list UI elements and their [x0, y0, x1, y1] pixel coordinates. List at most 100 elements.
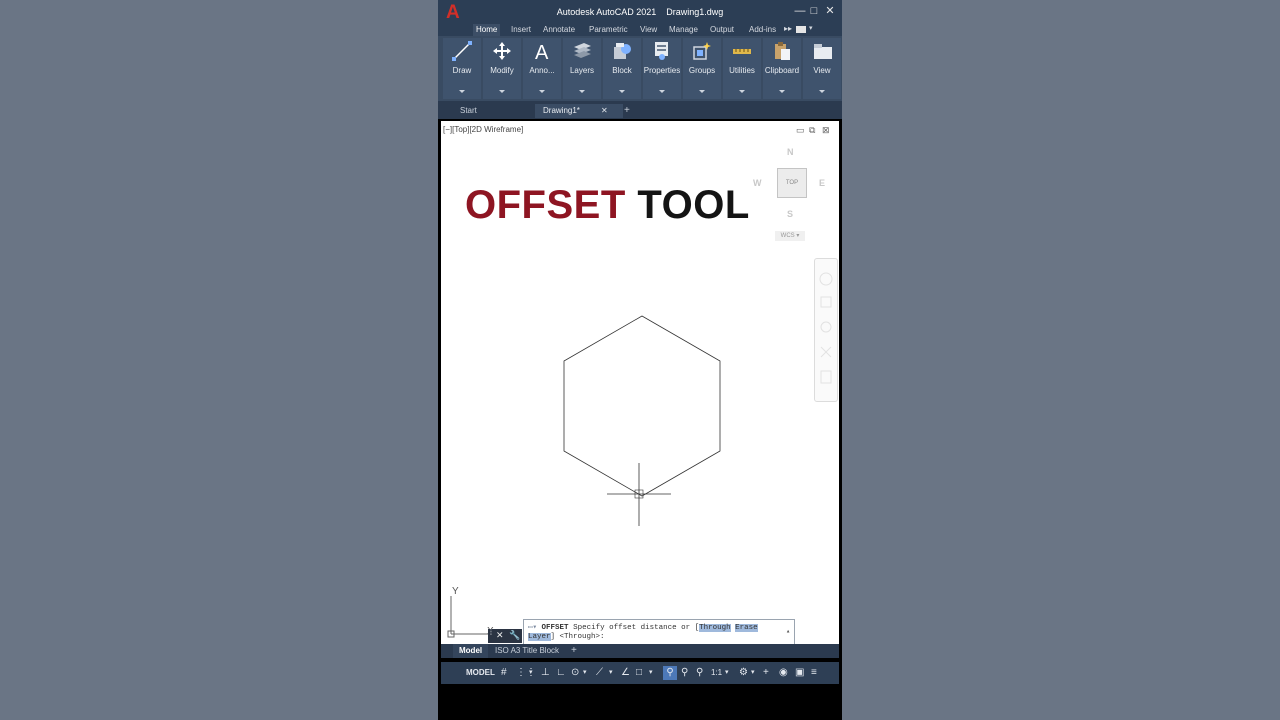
title-bar: A Autodesk AutoCAD 2021 Drawing1.dwg — □…: [438, 0, 842, 24]
chevron-down-icon[interactable]: [699, 90, 705, 93]
layout-tabs: Model ISO A3 Title Block +: [441, 644, 839, 658]
layers-icon: [574, 43, 591, 58]
tab-output[interactable]: Output: [707, 24, 737, 36]
chevron-down-icon[interactable]: ▾: [751, 666, 755, 680]
panel-label: Utilities: [729, 66, 755, 75]
plus-icon[interactable]: +: [763, 666, 769, 680]
chevron-down-icon[interactable]: [779, 90, 785, 93]
tab-addins[interactable]: Add-ins: [746, 24, 779, 36]
close-button[interactable]: ✕: [824, 4, 836, 18]
option-through[interactable]: Through: [699, 624, 731, 632]
snap-icon[interactable]: ⋮⋮: [516, 666, 536, 680]
model-space-button[interactable]: MODEL: [466, 666, 495, 680]
chevron-down-icon[interactable]: ▾: [583, 666, 587, 680]
chevron-down-icon[interactable]: [619, 90, 625, 93]
block-icon: [614, 43, 631, 59]
object-snap-tracking-icon[interactable]: ∠: [621, 666, 630, 680]
move-icon: [493, 42, 511, 60]
drawing-geometry: [563, 315, 721, 526]
command-customize-icon[interactable]: 🔧: [509, 630, 520, 641]
panel-label: Modify: [490, 66, 514, 75]
chevron-down-icon[interactable]: [659, 90, 665, 93]
workspace-icon[interactable]: [796, 26, 806, 33]
scale-display[interactable]: 1:1: [711, 666, 722, 680]
document-title: Drawing1.dwg: [666, 7, 724, 17]
chevron-up-icon[interactable]: ▴: [786, 627, 790, 636]
chevron-down-icon[interactable]: [499, 90, 505, 93]
status-bar: MODEL # ⋮⋮ ▾ ⊥ ∟ ⊙ ▾ ⟋ ▾ ∠ □ ▾ ⚲ ⚲ ⚲ 1:1…: [441, 662, 839, 684]
grid-icon[interactable]: #: [501, 666, 507, 680]
auto-scale-icon[interactable]: ⚲: [681, 666, 688, 680]
gear-icon[interactable]: ⚙: [739, 666, 748, 680]
maximize-button[interactable]: □: [808, 4, 820, 18]
ribbon: Draw Modify A Anno... Layers Block Prope…: [438, 36, 842, 101]
tab-home[interactable]: Home: [473, 24, 501, 36]
chevron-down-icon[interactable]: [579, 90, 585, 93]
new-tab-button[interactable]: +: [624, 104, 630, 118]
hexagon-shape[interactable]: [563, 315, 721, 497]
panel-label: Block: [612, 66, 632, 75]
tab-insert[interactable]: Insert: [508, 24, 534, 36]
hamburger-menu-icon[interactable]: ≡: [811, 666, 817, 680]
chevron-down-icon[interactable]: ▾: [725, 666, 729, 680]
tab-manage[interactable]: Manage: [666, 24, 701, 36]
panel-block[interactable]: Block: [603, 38, 641, 99]
ortho-icon[interactable]: ∟: [556, 666, 566, 680]
chevron-down-icon[interactable]: [739, 90, 745, 93]
panel-groups[interactable]: Groups: [683, 38, 721, 99]
option-layer[interactable]: Layer: [528, 633, 551, 641]
close-tab-icon[interactable]: ✕: [601, 104, 608, 118]
add-layout-button[interactable]: +: [565, 644, 583, 658]
svg-text:A: A: [535, 42, 549, 61]
tab-view[interactable]: View: [637, 24, 660, 36]
panel-label: Groups: [688, 66, 716, 75]
window-title: Autodesk AutoCAD 2021 Drawing1.dwg: [438, 7, 842, 17]
tab-model[interactable]: Model: [453, 644, 489, 658]
panel-annotation[interactable]: A Anno...: [523, 38, 561, 99]
view-icon: [814, 44, 832, 59]
chevron-down-icon[interactable]: ▾: [609, 666, 613, 680]
chevron-down-icon[interactable]: [819, 90, 825, 93]
panel-clipboard[interactable]: Clipboard: [763, 38, 801, 99]
chevron-down-icon[interactable]: ▾: [649, 666, 653, 680]
panel-properties[interactable]: Properties: [643, 38, 681, 99]
panel-view[interactable]: View: [803, 38, 841, 99]
command-prompt-row2: Layer] <Through>:: [528, 633, 605, 641]
panel-label: View: [813, 66, 831, 75]
dynamic-input-icon[interactable]: ⊥: [541, 666, 550, 680]
tab-iso-a3-title-block[interactable]: ISO A3 Title Block: [489, 644, 565, 658]
annotation-scale-icon[interactable]: ⚲: [696, 666, 703, 680]
tab-start[interactable]: Start: [460, 104, 477, 118]
more-tabs-icon[interactable]: ▸▸: [784, 24, 792, 33]
black-bar: [438, 686, 842, 720]
command-prompt-tail: ] <Through>:: [550, 633, 605, 641]
panel-label: Layers: [569, 66, 594, 75]
tab-parametric[interactable]: Parametric: [586, 24, 631, 36]
command-close-icon[interactable]: ✕: [496, 630, 504, 641]
polar-tracking-icon[interactable]: ⊙: [571, 666, 579, 680]
tab-annotate[interactable]: Annotate: [540, 24, 578, 36]
panel-utilities[interactable]: Utilities: [723, 38, 761, 99]
chevron-down-icon[interactable]: [539, 90, 545, 93]
app-title: Autodesk AutoCAD 2021: [556, 7, 657, 17]
fullscreen-icon[interactable]: ▣: [795, 666, 804, 680]
chevron-down-icon[interactable]: ▾: [809, 24, 813, 32]
option-erase[interactable]: Erase: [735, 624, 758, 632]
panel-modify[interactable]: Modify: [483, 38, 521, 99]
tab-drawing1[interactable]: Drawing1*: [535, 104, 623, 118]
command-line[interactable]: ▭▾ OFFSET Specify offset distance or [Th…: [523, 619, 795, 644]
annotation-visibility-icon[interactable]: ⚲: [663, 666, 677, 680]
object-snap-icon[interactable]: □: [636, 666, 642, 680]
panel-label: Properties: [643, 66, 681, 75]
chevron-down-icon[interactable]: ▾: [529, 666, 533, 680]
chevron-down-icon[interactable]: [459, 90, 465, 93]
grip-icon[interactable]: ⁞: [490, 630, 492, 637]
command-history-icon[interactable]: ▭▾: [528, 624, 537, 632]
isolate-objects-icon[interactable]: ◉: [779, 666, 788, 680]
drawing-canvas[interactable]: [−][Top][2D Wireframe] ▭ ⧉ ⊠ OFFSET TOOL…: [441, 121, 839, 644]
minimize-button[interactable]: —: [794, 4, 806, 18]
panel-layers[interactable]: Layers: [563, 38, 601, 99]
ribbon-tabs: Home Insert Annotate Parametric View Man…: [438, 24, 842, 36]
isodraft-icon[interactable]: ⟋: [596, 666, 603, 680]
panel-draw[interactable]: Draw: [443, 38, 481, 99]
